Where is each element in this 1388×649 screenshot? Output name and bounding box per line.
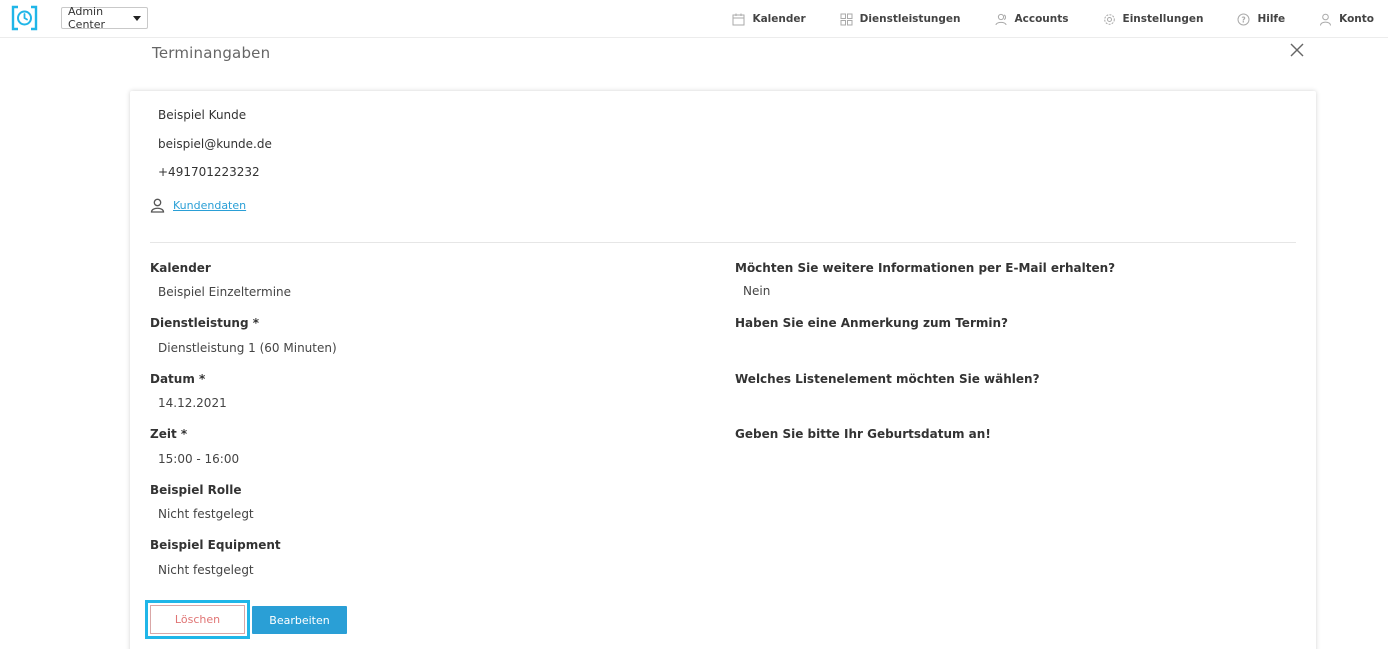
grid-icon xyxy=(840,13,853,25)
customer-name: Beispiel Kunde xyxy=(158,108,247,122)
field-value-zeit: 15:00 - 16:00 xyxy=(158,452,240,466)
calendar-icon xyxy=(732,13,745,25)
nav-item-label: Einstellungen xyxy=(1122,13,1204,25)
main-nav: Kalender Dienstleistungen Accounts Einst… xyxy=(732,0,1374,38)
edit-button[interactable]: Bearbeiten xyxy=(252,606,347,634)
field-label-rolle: Beispiel Rolle xyxy=(150,483,242,497)
nav-item-label: Accounts xyxy=(1014,13,1069,25)
admin-center-select[interactable]: Admin Center xyxy=(61,5,148,31)
gear-icon xyxy=(1103,13,1115,25)
section-divider xyxy=(150,242,1296,243)
close-icon[interactable] xyxy=(1289,42,1305,58)
field-value-equipment: Nicht festgelegt xyxy=(158,563,254,577)
user-icon xyxy=(150,198,165,213)
nav-item-label: Kalender xyxy=(752,13,806,25)
delete-button-highlight: Löschen xyxy=(145,600,250,639)
field-value-dienstleistung: Dienstleistung 1 (60 Minuten) xyxy=(158,341,337,355)
admin-center-select-label: Admin Center xyxy=(68,5,106,31)
delete-button[interactable]: Löschen xyxy=(150,605,245,634)
customer-data-link[interactable]: Kundendaten xyxy=(150,198,246,213)
customer-phone: +491701223232 xyxy=(158,165,260,179)
appointment-details-card: Beispiel Kunde beispiel@kunde.de +491701… xyxy=(130,91,1316,649)
field-label-equipment: Beispiel Equipment xyxy=(150,538,281,552)
field-label-email-info: Möchten Sie weitere Informationen per E-… xyxy=(735,261,1116,275)
nav-item-hilfe[interactable]: ? Hilfe xyxy=(1237,13,1285,26)
field-label-zeit: Zeit * xyxy=(150,427,188,441)
help-icon: ? xyxy=(1237,13,1250,25)
nav-item-label: Konto xyxy=(1339,13,1374,25)
field-value-rolle: Nicht festgelegt xyxy=(158,507,254,521)
nav-item-dienstleistungen[interactable]: Dienstleistungen xyxy=(840,13,961,26)
user-icon xyxy=(1320,13,1332,26)
nav-item-einstellungen[interactable]: Einstellungen xyxy=(1103,13,1204,26)
nav-item-kalender[interactable]: Kalender xyxy=(732,13,806,26)
page-title: Terminangaben xyxy=(152,44,271,62)
field-value-kalender: Beispiel Einzeltermine xyxy=(158,285,292,299)
nav-item-label: Dienstleistungen xyxy=(859,13,961,25)
caret-down-icon xyxy=(133,15,141,21)
field-value-email-info: Nein xyxy=(743,284,771,298)
field-value-datum: 14.12.2021 xyxy=(158,396,227,410)
field-label-anmerkung: Haben Sie eine Anmerkung zum Termin? xyxy=(735,316,1008,330)
field-label-dienstleistung: Dienstleistung * xyxy=(150,316,260,330)
field-label-kalender: Kalender xyxy=(150,261,211,275)
customer-data-link-label[interactable]: Kundendaten xyxy=(173,199,246,212)
customer-email: beispiel@kunde.de xyxy=(158,137,272,151)
users-icon xyxy=(995,13,1007,25)
field-label-geburtsdatum: Geben Sie bitte Ihr Geburtsdatum an! xyxy=(735,427,991,441)
svg-text:?: ? xyxy=(1242,15,1246,24)
field-label-datum: Datum * xyxy=(150,372,206,386)
clock-logo-icon[interactable] xyxy=(11,5,38,31)
top-bar: Admin Center Kalender Dienstleistungen A… xyxy=(0,0,1388,38)
field-label-listenelement: Welches Listenelement möchten Sie wählen… xyxy=(735,372,1040,386)
nav-item-accounts[interactable]: Accounts xyxy=(995,13,1069,26)
nav-item-label: Hilfe xyxy=(1257,13,1286,25)
nav-item-konto[interactable]: Konto xyxy=(1319,13,1374,26)
